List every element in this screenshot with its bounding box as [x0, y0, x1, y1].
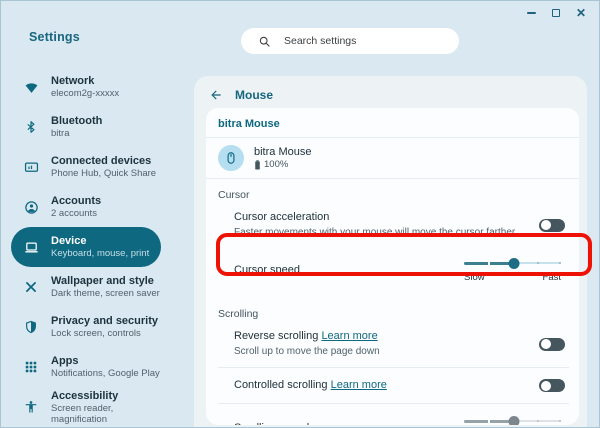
account-icon [23, 199, 39, 215]
search-input[interactable] [282, 34, 432, 48]
device-avatar [218, 145, 244, 171]
sidebar-item-apps[interactable]: Apps Notifications, Google Play [11, 347, 161, 387]
shield-icon [23, 319, 39, 335]
sidebar-item-sub: Phone Hub, Quick Share [51, 168, 157, 179]
slider-knob[interactable] [508, 257, 520, 269]
apps-grid-icon [23, 359, 39, 375]
sidebar-item-label: Wallpaper and style [51, 275, 154, 287]
controlled-scrolling-row: Controlled scrolling Learn more [206, 368, 579, 403]
sidebar-item-label: Apps [51, 355, 79, 367]
scrolling-speed-row: Scrolling speed Slow Fast [206, 404, 579, 425]
window-controls: ✕ [525, 5, 587, 21]
back-button[interactable] [208, 87, 224, 103]
sidebar-item-wallpaper[interactable]: Wallpaper and style Dark theme, screen sa… [11, 267, 161, 307]
sidebar-item-accessibility[interactable]: Accessibility Screen reader, magnificatio… [11, 387, 161, 427]
sidebar-item-sub: bitra [51, 128, 70, 139]
sidebar-item-label: Bluetooth [51, 115, 103, 127]
close-icon: ✕ [575, 6, 587, 20]
sidebar-item-sub: Lock screen, controls [51, 328, 141, 339]
slider-knob [508, 415, 520, 425]
bluetooth-icon [23, 119, 39, 135]
battery-icon [255, 159, 260, 170]
mouse-icon [227, 152, 235, 164]
close-button[interactable]: ✕ [575, 7, 587, 19]
controlled-scrolling-toggle[interactable] [539, 379, 565, 392]
sidebar-item-label: Accessibility [51, 389, 119, 402]
reverse-scrolling-toggle[interactable] [539, 337, 565, 351]
settings-window: ✕ Settings Networkelecom2g-xxxxx Bluetoo… [0, 0, 600, 428]
sidebar-item-bluetooth[interactable]: Bluetooth bitra [11, 107, 161, 147]
slider-fast-label: Fast [542, 272, 561, 283]
devices-icon [23, 159, 39, 175]
sidebar-item-network[interactable]: Network elecom2g-xxxxx [11, 67, 161, 107]
accessibility-icon [23, 399, 39, 415]
reverse-scrolling-learn-more-link[interactable]: Learn more [321, 330, 377, 342]
maximize-button[interactable] [550, 7, 562, 19]
device-name: bitra Mouse [254, 146, 312, 158]
sidebar-item-privacy[interactable]: Privacy and security Lock screen, control… [11, 307, 161, 347]
cursor-section-header: Cursor [218, 189, 250, 201]
search-bar[interactable] [241, 28, 459, 54]
back-arrow-icon [211, 90, 221, 99]
battery-percent: 100% [264, 159, 289, 170]
main-panel: Mouse bitra Mouse bitra Mouse 100% Curso… [194, 76, 587, 427]
controlled-scrolling-title: Controlled scrolling [234, 379, 328, 391]
sidebar-item-sub: 2 accounts [51, 208, 97, 219]
sidebar-item-label: Network [51, 75, 95, 87]
sidebar-item-sub: Screen reader, magnification [51, 402, 114, 425]
cursor-acceleration-subtitle: Faster movements with your mouse will mo… [234, 227, 516, 238]
scrolling-speed-title: Scrolling speed [234, 414, 464, 425]
sidebar-item-connected-devices[interactable]: Connected devices Phone Hub, Quick Share [11, 147, 161, 187]
reverse-scrolling-row: Reverse scrolling Learn more Scroll up t… [206, 322, 579, 367]
sidebar-item-sub: Notifications, Google Play [51, 368, 160, 379]
brush-icon [23, 279, 39, 295]
slider-slow-label: Slow [464, 272, 485, 283]
cursor-speed-slider[interactable]: Slow Fast [464, 256, 561, 286]
sidebar-item-label: Privacy and security [51, 315, 159, 327]
sidebar-item-sub: Keyboard, mouse, print [51, 248, 150, 259]
search-icon [259, 36, 270, 47]
slider-tick [559, 420, 561, 422]
slider-tick [536, 420, 539, 422]
sidebar-item-label: Device [51, 235, 87, 247]
sidebar-item-device[interactable]: Device Keyboard, mouse, print [11, 227, 161, 267]
mouse-settings-card: bitra Mouse bitra Mouse 100% Cursor Curs… [206, 108, 579, 425]
sidebar-item-label: Connected devices [51, 155, 152, 167]
sidebar-nav: Network elecom2g-xxxxx Bluetooth bitra Con… [1, 67, 169, 427]
minimize-icon [526, 12, 536, 14]
wifi-icon [23, 79, 39, 95]
page-header: Mouse [194, 76, 587, 102]
sidebar-item-sub: elecom2g-xxxxx [51, 88, 120, 99]
sidebar-item-sub: Dark theme, screen saver [51, 288, 160, 299]
sidebar-item-label: Accounts [51, 195, 102, 207]
slider-tick [488, 418, 491, 424]
slider-tick [488, 260, 491, 266]
scrolling-section-header: Scrolling [218, 308, 259, 320]
reverse-scrolling-title: Reverse scrolling [234, 330, 319, 342]
cursor-speed-row: Cursor speed Slow Fast [206, 248, 579, 292]
maximize-icon [552, 9, 560, 17]
slider-tick [559, 262, 561, 264]
slider-tick [536, 262, 539, 264]
scrolling-speed-slider: Slow Fast [464, 414, 561, 425]
controlled-scrolling-learn-more-link[interactable]: Learn more [331, 379, 387, 391]
laptop-icon [23, 239, 39, 255]
app-title: Settings [29, 30, 80, 44]
cursor-acceleration-toggle[interactable] [539, 218, 565, 232]
sidebar-item-accounts[interactable]: Accounts 2 accounts [11, 187, 161, 227]
device-section-header: bitra Mouse [218, 118, 280, 130]
cursor-speed-title: Cursor speed [234, 264, 301, 276]
page-title: Mouse [235, 87, 274, 102]
device-row[interactable]: bitra Mouse 100% [206, 138, 579, 178]
cursor-acceleration-title: Cursor acceleration [234, 211, 330, 223]
reverse-scrolling-subtitle: Scroll up to move the page down [234, 346, 380, 357]
minimize-button[interactable] [525, 7, 537, 19]
cursor-acceleration-row: Cursor acceleration Faster movements wit… [206, 203, 579, 248]
